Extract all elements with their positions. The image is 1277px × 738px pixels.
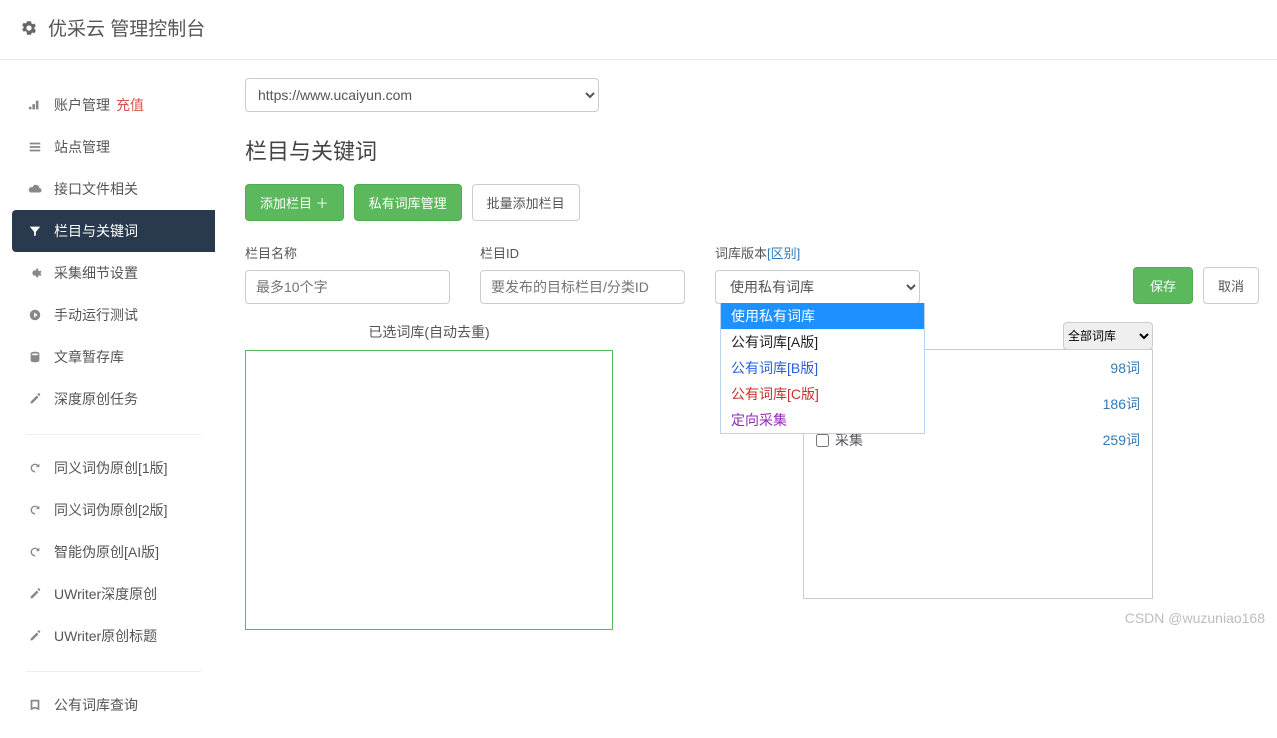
sidebar-item-label: 接口文件相关 — [54, 179, 138, 199]
lib-count: 98词 — [1110, 358, 1140, 378]
lib-count: 186词 — [1103, 394, 1140, 414]
version-option[interactable]: 公有词库[B版] — [721, 355, 924, 381]
sidebar-item-label: 深度原创任务 — [54, 389, 138, 409]
selected-libs-title: 已选词库(自动去重) — [245, 322, 613, 342]
sidebar-item-uwriter-deep[interactable]: UWriter深度原创 — [12, 573, 215, 615]
nav-separator — [26, 434, 201, 435]
gears-icon — [26, 266, 44, 280]
sidebar-item-collect-detail[interactable]: 采集细节设置 — [12, 252, 215, 294]
sidebar-item-uwriter-title[interactable]: UWriter原创标题 — [12, 615, 215, 657]
refresh-icon — [26, 461, 44, 475]
lib-filter-select[interactable]: 全部词库 — [1063, 322, 1153, 350]
page-title: 栏目与关键词 — [245, 134, 1259, 166]
nav-separator — [26, 671, 201, 672]
edit-icon — [26, 587, 44, 601]
version-select[interactable]: 使用私有词库 — [715, 270, 920, 304]
sidebar-item-public-lib[interactable]: 公有词库查询 — [12, 684, 215, 726]
sidebar-item-manual-run[interactable]: 手动运行测试 — [12, 294, 215, 336]
sidebar-item-label: 栏目与关键词 — [54, 221, 138, 241]
edit-icon — [26, 629, 44, 643]
sidebar-item-article-store[interactable]: 文章暂存库 — [12, 336, 215, 378]
version-option[interactable]: 公有词库[C版] — [721, 381, 924, 407]
filter-icon — [26, 224, 44, 238]
header: 优采云 管理控制台 — [0, 0, 1277, 60]
version-label-text: 词库版本 — [715, 246, 767, 261]
cancel-button[interactable]: 取消 — [1203, 267, 1259, 304]
sidebar-item-site[interactable]: 站点管理 — [12, 126, 215, 168]
selected-libs-box[interactable] — [245, 350, 613, 630]
refresh-icon — [26, 545, 44, 559]
main-content: https://www.ucaiyun.com 栏目与关键词 添加栏目 ＋ 私有… — [215, 60, 1277, 738]
edit-icon — [26, 392, 44, 406]
db-icon — [26, 350, 44, 364]
sidebar-item-label: UWriter深度原创 — [54, 584, 157, 604]
sidebar-item-label: 账户管理 — [54, 95, 110, 115]
column-id-label: 栏目ID — [480, 243, 685, 262]
column-id-input[interactable] — [480, 270, 685, 304]
version-option[interactable]: 定向采集 — [721, 407, 924, 433]
add-column-button[interactable]: 添加栏目 ＋ — [245, 184, 344, 221]
sidebar-item-deep-task[interactable]: 深度原创任务 — [12, 378, 215, 420]
sidebar-item-label: 采集细节设置 — [54, 263, 138, 283]
watermark: CSDN @wuzuniao168 — [1125, 610, 1265, 626]
sidebar-item-label: 站点管理 — [54, 137, 110, 157]
action-bar: 添加栏目 ＋ 私有词库管理 批量添加栏目 — [245, 184, 1259, 221]
refresh-icon — [26, 503, 44, 517]
list-icon — [26, 140, 44, 154]
sidebar-item-column-keyword[interactable]: 栏目与关键词 — [12, 210, 215, 252]
gear-icon — [20, 19, 38, 37]
column-name-label: 栏目名称 — [245, 243, 450, 262]
book-icon — [26, 698, 44, 712]
sidebar-item-synonym-v1[interactable]: 同义词伪原创[1版] — [12, 447, 215, 489]
version-option[interactable]: 使用私有词库 — [721, 303, 924, 329]
lib-count: 259词 — [1103, 430, 1140, 450]
sidebar-item-label: 公有词库查询 — [54, 695, 138, 715]
cloud-icon — [26, 182, 44, 196]
lib-checkbox[interactable] — [816, 434, 829, 447]
sidebar-item-label: 文章暂存库 — [54, 347, 124, 367]
batch-add-button[interactable]: 批量添加栏目 — [472, 184, 580, 221]
site-select[interactable]: https://www.ucaiyun.com — [245, 78, 599, 112]
version-option[interactable]: 公有词库[A版] — [721, 329, 924, 355]
column-name-input[interactable] — [245, 270, 450, 304]
sidebar-item-label: UWriter原创标题 — [54, 626, 157, 646]
version-label: 词库版本[区别] — [715, 243, 920, 262]
version-dropdown[interactable]: 使用私有词库公有词库[A版]公有词库[B版]公有词库[C版]定向采集 — [720, 303, 925, 434]
form-row: 栏目名称 栏目ID 词库版本[区别] 使用私有词库 保存 取消 使用私有词库公有… — [245, 243, 1259, 304]
sidebar-item-interface[interactable]: 接口文件相关 — [12, 168, 215, 210]
bars-icon — [26, 98, 44, 112]
sidebar-item-label: 同义词伪原创[2版] — [54, 500, 168, 520]
sidebar-item-label: 智能伪原创[AI版] — [54, 542, 159, 562]
sidebar-item-label: 同义词伪原创[1版] — [54, 458, 168, 478]
private-lib-button[interactable]: 私有词库管理 — [354, 184, 462, 221]
sidebar: 账户管理充值站点管理接口文件相关栏目与关键词采集细节设置手动运行测试文章暂存库深… — [0, 60, 215, 738]
version-diff-link[interactable]: [区别] — [767, 246, 800, 261]
page-brand-title: 优采云 管理控制台 — [48, 14, 205, 41]
save-button[interactable]: 保存 — [1133, 267, 1193, 304]
sidebar-item-synonym-v2[interactable]: 同义词伪原创[2版] — [12, 489, 215, 531]
sidebar-item-label: 手动运行测试 — [54, 305, 138, 325]
sidebar-item-account[interactable]: 账户管理充值 — [12, 84, 215, 126]
play-icon — [26, 308, 44, 322]
recharge-badge[interactable]: 充值 — [116, 95, 144, 115]
sidebar-item-ai-rewrite[interactable]: 智能伪原创[AI版] — [12, 531, 215, 573]
